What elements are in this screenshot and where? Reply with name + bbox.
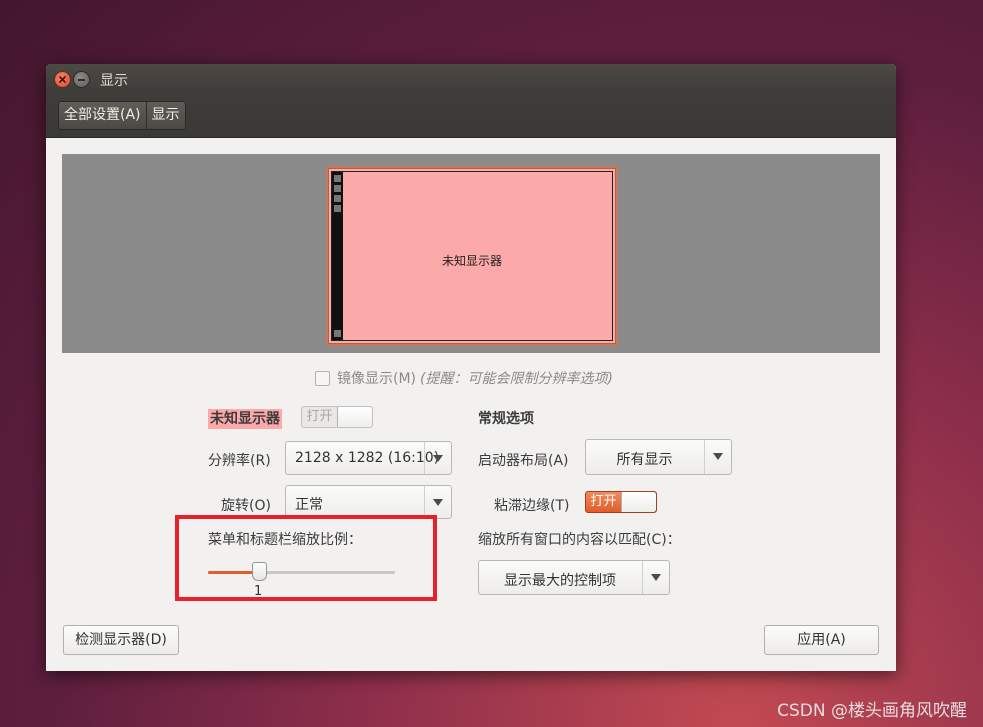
scale-all-label: 缩放所有窗口的内容以匹配(C)： (478, 532, 681, 548)
launcher-item (334, 205, 341, 212)
minimize-icon[interactable] (73, 71, 90, 88)
rotation-label: 旋转(O) (221, 498, 271, 514)
scale-all-dropdown[interactable]: 显示最大的控制项 (478, 560, 670, 595)
resolution-label: 分辨率(R) (208, 453, 271, 469)
mirror-displays-option[interactable]: 镜像显示(M) (提醒：可能会限制分辨率选项) (315, 368, 613, 388)
toolbar: 全部设置(A) 显示 (46, 93, 896, 138)
monitor-arrangement-preview: 未知显示器 (62, 154, 880, 353)
watermark-text: CSDN @楼头画角风吹醒 (777, 701, 967, 721)
title-bar[interactable]: 显示 (46, 64, 896, 93)
launcher-placement-dropdown[interactable]: 所有显示 (585, 439, 732, 475)
chevron-down-icon[interactable] (424, 486, 451, 518)
scale-all-value: 显示最大的控制项 (504, 573, 616, 589)
rotation-dropdown[interactable]: 正常 (285, 485, 452, 519)
breadcrumb-all-settings[interactable]: 全部设置(A) (59, 102, 146, 129)
launcher-placement-label: 启动器布局(A) (478, 453, 569, 469)
monitor-power-switch[interactable]: 打开 (301, 406, 373, 428)
chevron-down-icon[interactable] (704, 440, 731, 474)
breadcrumb-display[interactable]: 显示 (145, 102, 185, 129)
close-icon[interactable] (54, 71, 71, 88)
window-title: 显示 (100, 73, 128, 89)
monitor-label: 未知显示器 (441, 254, 502, 268)
monitor-screen: 未知显示器 (331, 171, 613, 341)
detect-displays-button[interactable]: 检测显示器(D) (63, 625, 179, 655)
breadcrumb: 全部设置(A) 显示 (58, 101, 186, 130)
resolution-value: 2128 x 1282 (16:10) (295, 450, 440, 466)
launcher-placement-value: 所有显示 (616, 452, 673, 468)
power-switch-label: 打开 (306, 409, 333, 424)
resolution-dropdown[interactable]: 2128 x 1282 (16:10) (285, 441, 452, 475)
launcher-item (334, 175, 341, 182)
mirror-checkbox[interactable] (315, 370, 330, 386)
rotation-value: 正常 (295, 497, 323, 513)
launcher-item (334, 330, 341, 337)
general-options-heading: 常规选项 (478, 411, 534, 427)
launcher-item (334, 185, 341, 192)
highlight-annotation-box (175, 515, 437, 601)
apply-button[interactable]: 应用(A) (764, 625, 879, 655)
display-settings-window: 显示 全部设置(A) 显示 未知显示器 镜像显示(M) (提醒：可能会限制分辨率… (46, 64, 896, 671)
mirror-note: (提醒：可能会限制分辨率选项) (420, 371, 613, 387)
sticky-edges-label: 粘滞边缘(T) (494, 498, 570, 514)
monitor-preview[interactable]: 未知显示器 (326, 166, 618, 346)
monitor-name-label: 未知显示器 (208, 409, 282, 429)
sticky-switch-label: 打开 (590, 494, 617, 509)
chevron-down-icon[interactable] (642, 561, 669, 594)
switch-knob[interactable] (337, 407, 372, 427)
sticky-edges-switch[interactable]: 打开 (585, 491, 657, 513)
switch-knob[interactable] (621, 492, 656, 512)
mirror-label: 镜像显示(M) (337, 371, 417, 387)
launcher-item (334, 195, 341, 202)
chevron-down-icon[interactable] (424, 442, 451, 474)
